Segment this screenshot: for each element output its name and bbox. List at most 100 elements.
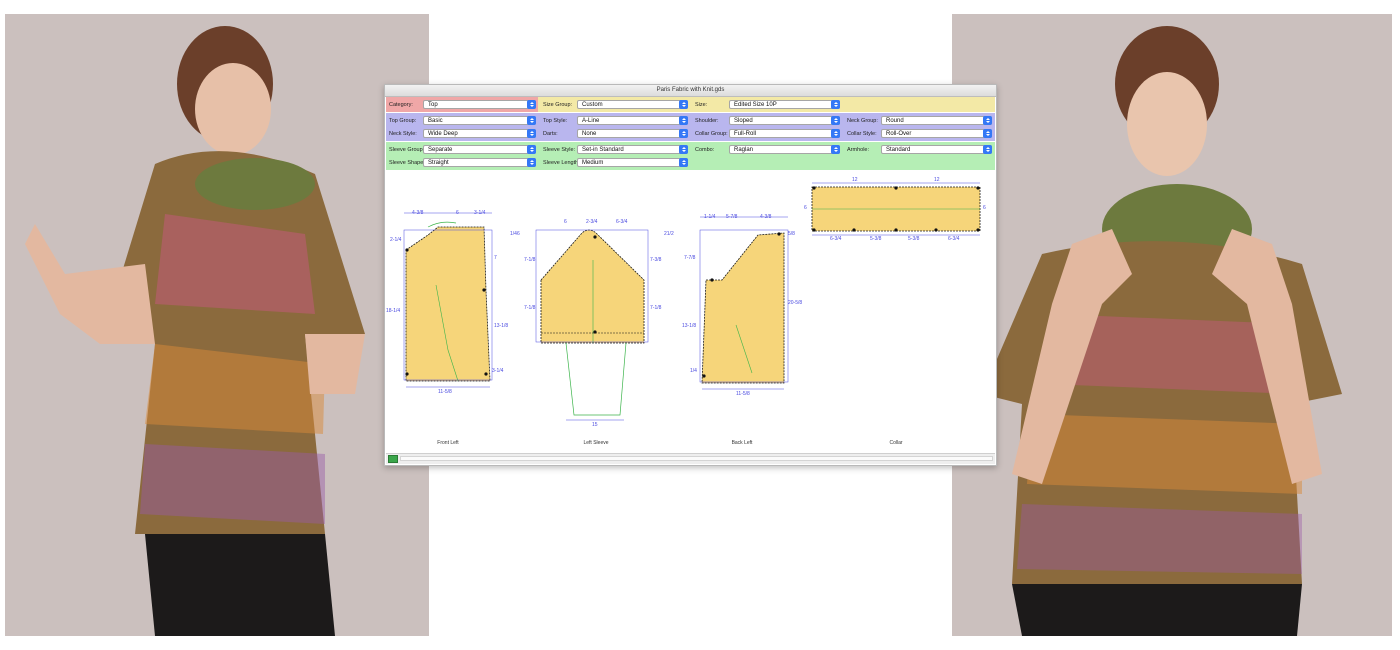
neck-group-field[interactable]: Neck Group: Round: [844, 115, 992, 126]
measurement: 15: [592, 422, 598, 428]
measurement: 7-1/8: [524, 305, 536, 311]
shoulder-select[interactable]: Sloped: [729, 116, 840, 125]
measurement: 21/2: [664, 231, 674, 237]
measurement: 6-3/4: [948, 236, 960, 242]
combo-value: Raglan: [734, 147, 754, 153]
sleeve-length-select[interactable]: Medium: [577, 158, 688, 167]
measurement: 1/46: [510, 231, 520, 237]
piece-label-left-sleeve: Left Sleeve: [583, 440, 609, 446]
neck-style-label: Neck Style:: [389, 130, 417, 137]
armhole-value: Standard: [886, 147, 911, 153]
pattern-canvas[interactable]: 4-3/8 6 3-1/4 2-1/4 7 18-1/4 13-1/8 3-1/…: [386, 175, 995, 451]
neck-style-field[interactable]: Neck Style: Wide Deep: [386, 128, 536, 139]
measurement: 5-3/8: [908, 236, 920, 242]
shoulder-label: Shoulder:: [695, 117, 719, 124]
front-left-piece[interactable]: [403, 212, 493, 388]
horizontal-scrollbar[interactable]: [400, 456, 993, 461]
size-label: Size:: [695, 101, 708, 108]
size-group-value: Custom: [582, 102, 603, 108]
sleeve-group-value: Separate: [428, 147, 453, 153]
model-photo-front-view: [952, 14, 1392, 636]
category-select[interactable]: Top: [423, 100, 536, 109]
category-band: Category: Top Size Group: Custom Size: E…: [386, 97, 995, 112]
sleeve-shape-label: Sleeve Shape:: [389, 159, 425, 166]
size-group-select[interactable]: Custom: [577, 100, 688, 109]
collar-style-select[interactable]: Roll-Over: [881, 129, 992, 138]
chevron-updown-icon: [983, 145, 992, 154]
sleeve-group-field[interactable]: Sleeve Group: Separate: [386, 144, 536, 155]
chevron-updown-icon: [679, 100, 688, 109]
piece-label-back-left: Back Left: [731, 440, 753, 446]
measurement: 6-3/4: [830, 236, 842, 242]
darts-field[interactable]: Darts: None: [540, 128, 688, 139]
neck-group-value: Round: [886, 118, 904, 124]
armhole-select[interactable]: Standard: [881, 145, 992, 154]
top-style-select[interactable]: A-Line: [577, 116, 688, 125]
armhole-field[interactable]: Armhole: Standard: [844, 144, 992, 155]
measurement: 12: [852, 177, 858, 183]
top-band: Top Group: Basic Top Style: A-Line Shoul…: [386, 113, 995, 141]
measurement: 7-7/8: [684, 255, 696, 261]
sleeve-style-select[interactable]: Set-in Standard: [577, 145, 688, 154]
measurement: 3-1/4: [474, 210, 486, 216]
sleeve-shape-field[interactable]: Sleeve Shape: Straight: [386, 157, 536, 168]
sleeve-length-value: Medium: [582, 160, 604, 166]
measurement: 11-5/8: [736, 391, 750, 397]
collar-piece[interactable]: [811, 182, 981, 236]
measurement: 6: [564, 219, 567, 225]
shoulder-field[interactable]: Shoulder: Sloped: [692, 115, 840, 126]
collar-group-label: Collar Group:: [695, 130, 728, 137]
piece-label-front-left: Front Left: [437, 440, 459, 446]
size-field[interactable]: Size: Edited Size 10P: [692, 99, 840, 110]
size-group-field[interactable]: Size Group: Custom: [540, 99, 688, 110]
measurement: 7: [494, 255, 497, 261]
neck-style-select[interactable]: Wide Deep: [423, 129, 536, 138]
measurement: 6: [456, 210, 459, 216]
size-value: Edited Size 10P: [734, 102, 777, 108]
green-square-icon[interactable]: [388, 455, 398, 463]
combo-label: Combo:: [695, 146, 715, 153]
neck-group-select[interactable]: Round: [881, 116, 992, 125]
sleeve-shape-select[interactable]: Straight: [423, 158, 536, 167]
collar-style-field[interactable]: Collar Style: Roll-Over: [844, 128, 992, 139]
measurement: 12: [934, 177, 940, 183]
darts-select[interactable]: None: [577, 129, 688, 138]
sleeve-length-field[interactable]: Sleeve Length: Medium: [540, 157, 688, 168]
chevron-updown-icon: [679, 145, 688, 154]
size-select[interactable]: Edited Size 10P: [729, 100, 840, 109]
chevron-updown-icon: [527, 158, 536, 167]
chevron-updown-icon: [679, 129, 688, 138]
pattern-design-window: Paris Fabric with Knit.gds Category: Top…: [384, 84, 997, 466]
top-style-field[interactable]: Top Style: A-Line: [540, 115, 688, 126]
measurement: 5/8: [788, 231, 795, 237]
pattern-drawing: [403, 182, 981, 421]
chevron-updown-icon: [679, 116, 688, 125]
collar-group-field[interactable]: Collar Group: Full-Roll: [692, 128, 840, 139]
category-label: Category:: [389, 101, 413, 108]
collar-group-select[interactable]: Full-Roll: [729, 129, 840, 138]
combo-select[interactable]: Raglan: [729, 145, 840, 154]
status-bar: [386, 453, 995, 464]
sleeve-style-value: Set-in Standard: [582, 147, 624, 153]
sleeve-style-field[interactable]: Sleeve Style: Set-in Standard: [540, 144, 688, 155]
back-left-piece[interactable]: [699, 216, 789, 390]
measurement: 4-3/8: [412, 210, 424, 216]
sleeve-length-label: Sleeve Length:: [543, 159, 580, 166]
measurement: 6-3/4: [616, 219, 628, 225]
sleeve-group-select[interactable]: Separate: [423, 145, 536, 154]
top-group-select[interactable]: Basic: [423, 116, 536, 125]
sleeve-band: Sleeve Group: Separate Sleeve Style: Set…: [386, 142, 995, 170]
measurement: 4-3/8: [760, 214, 772, 220]
measurement: 7-3/8: [650, 257, 662, 263]
neck-style-value: Wide Deep: [428, 131, 458, 137]
measurement: 1-1/4: [704, 214, 716, 220]
measurement: 11-5/8: [438, 389, 452, 395]
chevron-updown-icon: [983, 129, 992, 138]
top-group-field[interactable]: Top Group: Basic: [386, 115, 536, 126]
chevron-updown-icon: [679, 158, 688, 167]
left-sleeve-piece[interactable]: [535, 229, 649, 421]
category-field[interactable]: Category: Top: [386, 99, 536, 110]
chevron-updown-icon: [983, 116, 992, 125]
measurement: 13-1/8: [494, 323, 509, 329]
combo-field[interactable]: Combo: Raglan: [692, 144, 840, 155]
